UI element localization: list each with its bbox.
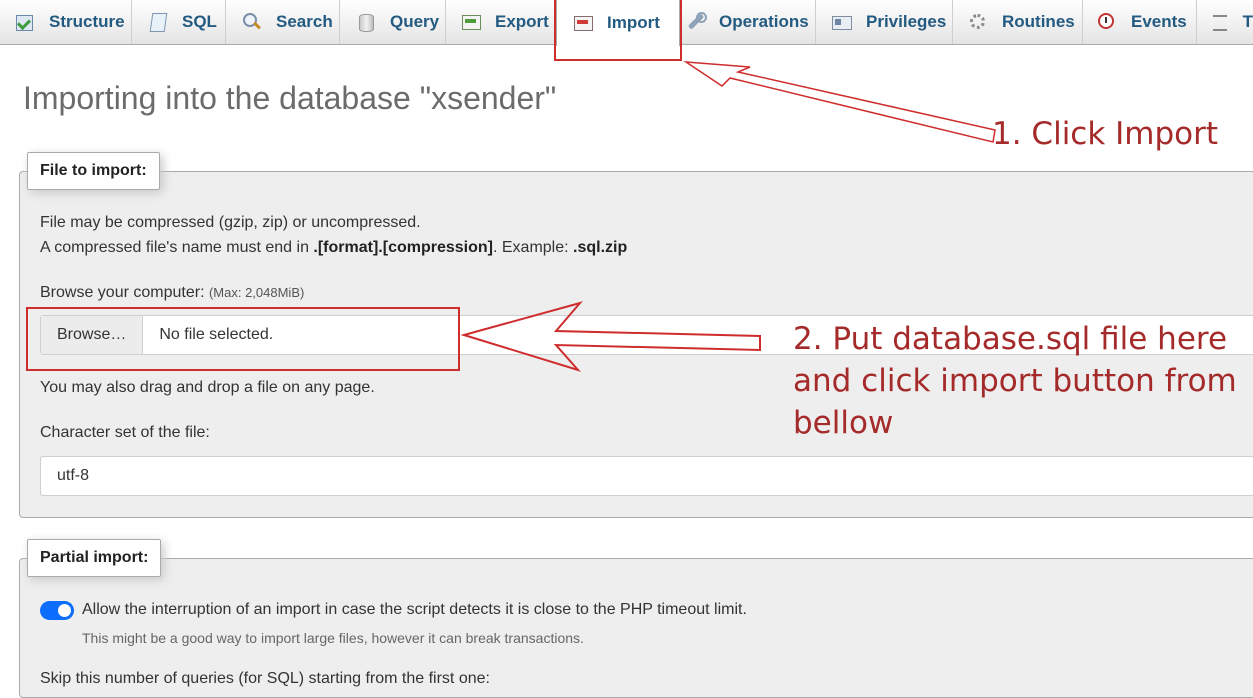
step2-line1: 2. Put database.sql file here (793, 321, 1228, 357)
step2-annotation: 2. Put database.sql file here and click … (793, 318, 1237, 444)
step1-arrow (683, 61, 996, 143)
step2-line3: bellow (793, 405, 894, 441)
step1-annotation: 1. Click Import (992, 116, 1219, 152)
step2-arrow (460, 301, 761, 372)
step2-line2: and click import button from (793, 363, 1237, 399)
